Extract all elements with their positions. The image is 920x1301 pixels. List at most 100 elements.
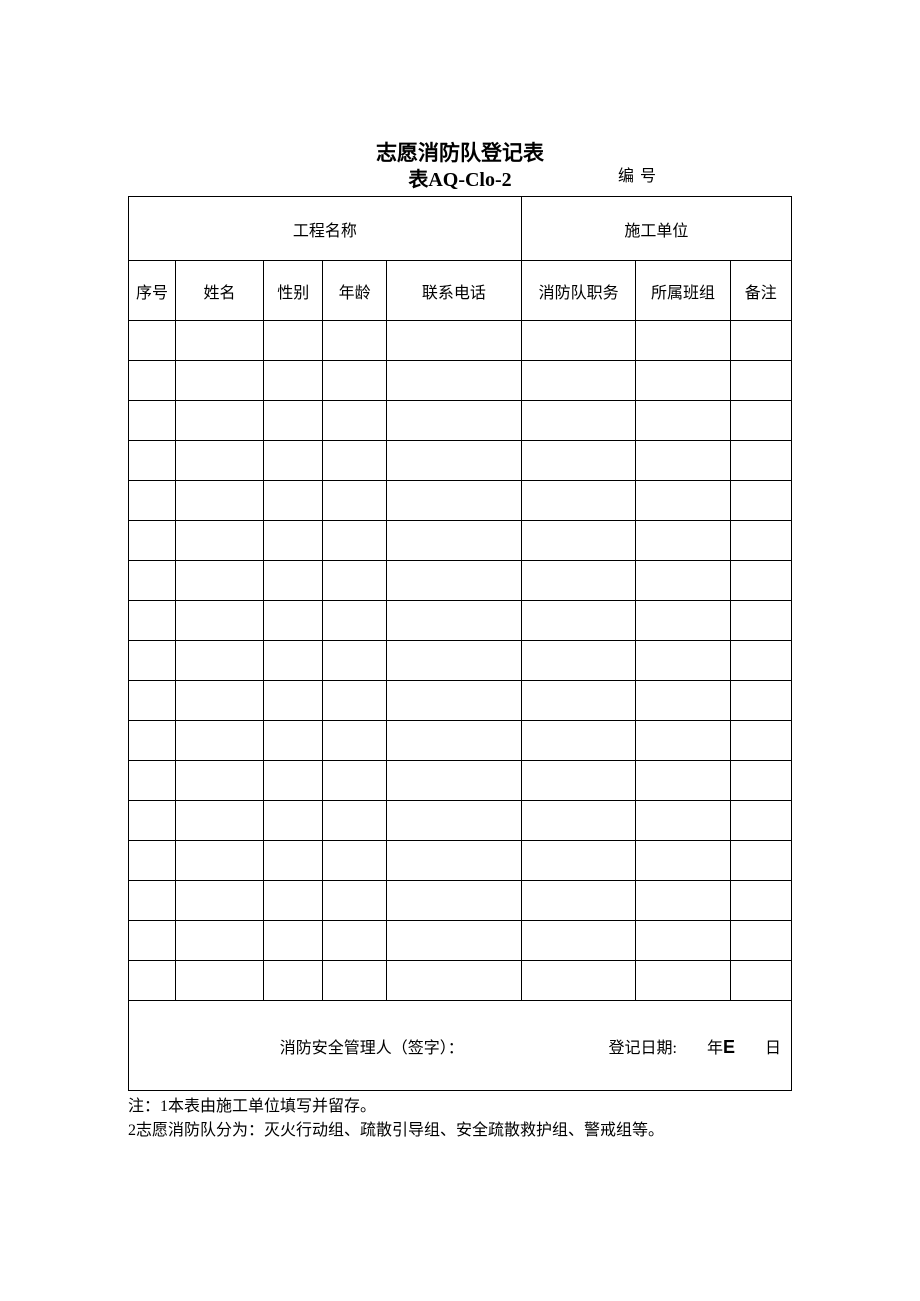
cell (323, 921, 386, 961)
cell (521, 921, 636, 961)
cell (636, 481, 730, 521)
cell (730, 321, 791, 361)
cell (129, 721, 176, 761)
cell (730, 481, 791, 521)
table-row (129, 961, 792, 1001)
cell (176, 721, 264, 761)
year-block: 年E (707, 1034, 735, 1058)
cell (323, 361, 386, 401)
table-row (129, 681, 792, 721)
cell (636, 681, 730, 721)
cell (730, 681, 791, 721)
cell (636, 721, 730, 761)
cell (323, 601, 386, 641)
cell (636, 641, 730, 681)
table-row (129, 521, 792, 561)
cell (264, 681, 323, 721)
cell (730, 921, 791, 961)
cell (129, 681, 176, 721)
cell (521, 641, 636, 681)
cell (386, 801, 521, 841)
cell (323, 441, 386, 481)
note-line-1: 注：1本表由施工单位填写并留存。 (128, 1095, 792, 1119)
cell (386, 321, 521, 361)
cell (323, 721, 386, 761)
note-line-2: 2志愿消防队分为：灭火行动组、疏散引导组、安全疏散救护组、警戒组等。 (128, 1119, 792, 1143)
cell (264, 321, 323, 361)
cell (264, 561, 323, 601)
cell (386, 761, 521, 801)
info-row: 工程名称 施工单位 (129, 197, 792, 261)
cell (176, 641, 264, 681)
cell (730, 761, 791, 801)
table-row (129, 561, 792, 601)
cell (176, 761, 264, 801)
cell (730, 961, 791, 1001)
cell (176, 561, 264, 601)
cell (129, 321, 176, 361)
cell (730, 881, 791, 921)
project-name-label: 工程名称 (129, 197, 522, 261)
construction-unit-label: 施工单位 (521, 197, 791, 261)
cell (176, 681, 264, 721)
cell (264, 881, 323, 921)
cell (129, 641, 176, 681)
page-container: 志愿消防队登记表 表AQ-Clo-2 编号 工程名称 施工单位 序号 姓名 性别… (0, 0, 920, 1143)
cell (264, 761, 323, 801)
year-unit: 年 (707, 1040, 723, 1057)
cell (730, 521, 791, 561)
col-remark: 备注 (730, 261, 791, 321)
cell (386, 401, 521, 441)
cell (264, 401, 323, 441)
cell (521, 721, 636, 761)
table-row (129, 841, 792, 881)
signature-row: 消防安全管理人（签字）： 登记日期: 年E 日 (129, 1001, 792, 1091)
cell (636, 361, 730, 401)
cell (730, 561, 791, 601)
cell (730, 361, 791, 401)
cell (636, 401, 730, 441)
serial-number-label: 编号 (618, 162, 662, 186)
cell (176, 321, 264, 361)
cell (129, 761, 176, 801)
cell (636, 761, 730, 801)
cell (636, 921, 730, 961)
cell (176, 361, 264, 401)
cell (386, 681, 521, 721)
column-header-row: 序号 姓名 性别 年龄 联系电话 消防队职务 所属班组 备注 (129, 261, 792, 321)
cell (730, 721, 791, 761)
cell (636, 321, 730, 361)
cell (386, 881, 521, 921)
year-e: E (723, 1037, 735, 1057)
cell (730, 641, 791, 681)
cell (636, 601, 730, 641)
cell (521, 481, 636, 521)
cell (176, 921, 264, 961)
cell (636, 521, 730, 561)
cell (264, 721, 323, 761)
cell (264, 441, 323, 481)
signer-label: 消防安全管理人（签字）： (133, 1034, 609, 1058)
cell (176, 521, 264, 561)
cell (129, 961, 176, 1001)
table-row (129, 481, 792, 521)
cell (730, 841, 791, 881)
cell (176, 841, 264, 881)
title-block: 志愿消防队登记表 表AQ-Clo-2 (300, 140, 620, 193)
cell (386, 361, 521, 401)
cell (521, 761, 636, 801)
cell (129, 481, 176, 521)
cell (636, 801, 730, 841)
cell (386, 521, 521, 561)
cell (386, 441, 521, 481)
cell (386, 921, 521, 961)
cell (129, 401, 176, 441)
cell (730, 601, 791, 641)
cell (129, 441, 176, 481)
col-gender: 性别 (264, 261, 323, 321)
cell (129, 801, 176, 841)
cell (386, 641, 521, 681)
col-index: 序号 (129, 261, 176, 321)
table-row (129, 761, 792, 801)
cell (386, 601, 521, 641)
